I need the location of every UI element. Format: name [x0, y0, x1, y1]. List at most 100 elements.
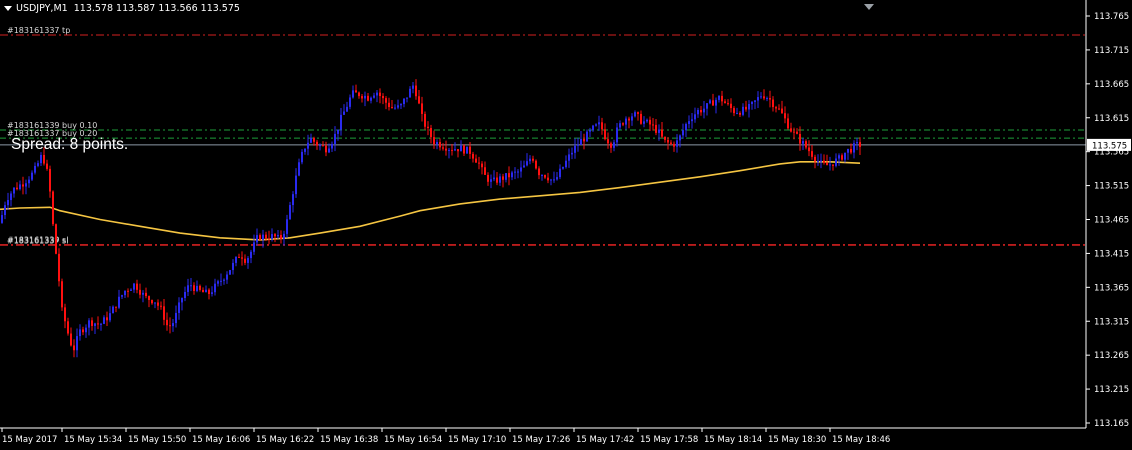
candle-body	[235, 256, 237, 263]
candle-body	[166, 319, 168, 326]
candle-body	[169, 325, 171, 327]
spread-label: Spread: 8 points.	[11, 136, 129, 153]
candle-body	[109, 313, 111, 321]
candle-body	[652, 124, 654, 126]
candle-body	[361, 96, 363, 99]
candle-body	[316, 141, 318, 146]
candle-body	[214, 283, 216, 293]
candle-body	[553, 179, 555, 181]
candle-body	[502, 176, 504, 180]
candle-body	[289, 205, 291, 220]
candle-body	[379, 92, 381, 97]
candle-body	[139, 289, 141, 295]
candle-body	[718, 95, 720, 100]
candle-body	[181, 297, 183, 303]
candle-body	[697, 109, 699, 115]
y-tick-label-5: 113.515	[1094, 182, 1129, 192]
candle-body	[286, 219, 288, 234]
candle-body	[841, 155, 843, 160]
candle-body	[628, 118, 630, 121]
candle-body	[472, 153, 474, 159]
candle-body	[661, 129, 663, 137]
candle-body	[679, 135, 681, 141]
y-tick-label-10: 113.265	[1094, 351, 1129, 361]
candle-body	[430, 128, 432, 138]
candle-body	[409, 88, 411, 98]
candle-body	[271, 234, 273, 240]
candle-body	[760, 96, 762, 98]
candle-body	[415, 85, 417, 97]
candle-body	[175, 312, 177, 324]
candle-body	[325, 145, 327, 153]
candle-body	[130, 289, 132, 291]
candle-body	[589, 130, 591, 132]
candle-body	[247, 258, 249, 263]
candle-body	[616, 127, 618, 143]
chart-shift-marker-icon[interactable]	[864, 4, 874, 10]
candle-body	[778, 108, 780, 110]
current-price-label: 113.575	[1092, 141, 1127, 151]
candle-body	[853, 143, 855, 153]
candle-body	[532, 158, 534, 161]
candle-body	[88, 320, 90, 328]
candle-body	[226, 274, 228, 280]
candle-body	[721, 95, 723, 102]
candle-body	[313, 138, 315, 142]
candle-body	[724, 101, 726, 104]
chevron-down-icon[interactable]	[4, 6, 12, 11]
candle-body	[508, 173, 510, 178]
candle-body	[847, 148, 849, 153]
candle-body	[469, 146, 471, 154]
candle-body	[202, 289, 204, 293]
candle-body	[400, 104, 402, 106]
candle-body	[250, 251, 252, 259]
candle-body	[640, 113, 642, 124]
candle-body	[364, 95, 366, 99]
x-tick-label-9: 15 May 17:42	[576, 435, 634, 445]
candle-body	[547, 177, 549, 181]
candle-body	[208, 289, 210, 295]
candle-body	[487, 174, 489, 182]
candle-body	[637, 112, 639, 114]
candle-body	[664, 136, 666, 140]
price-chart[interactable]: #183161337 tp#183161339 buy 0.10#1831613…	[0, 0, 1132, 450]
candle-body	[28, 179, 30, 184]
candle-body	[568, 154, 570, 161]
candle-body	[124, 290, 126, 296]
candle-body	[79, 329, 81, 337]
candle-body	[730, 103, 732, 109]
candle-body	[685, 123, 687, 131]
candle-body	[703, 108, 705, 113]
candle-body	[265, 234, 267, 239]
candle-body	[838, 155, 840, 159]
candle-body	[55, 224, 57, 254]
x-tick-label-11: 15 May 18:14	[704, 435, 762, 445]
candle-body	[769, 98, 771, 100]
candle-body	[571, 152, 573, 155]
candle-body	[1, 215, 3, 223]
x-tick-label-0: 15 May 2017	[2, 435, 57, 445]
candle-body	[715, 99, 717, 106]
candle-body	[436, 142, 438, 145]
y-tick-label-9: 113.315	[1094, 317, 1129, 327]
candle-body	[298, 162, 300, 176]
candle-body	[382, 96, 384, 99]
candle-body	[283, 233, 285, 239]
candle-body	[34, 165, 36, 173]
candle-body	[499, 176, 501, 183]
y-tick-label-3: 113.615	[1094, 114, 1129, 124]
candle-body	[448, 149, 450, 151]
symbol-label: USDJPY,M1	[16, 3, 68, 14]
candle-body	[811, 151, 813, 157]
candle-body	[700, 109, 702, 113]
candle-body	[163, 306, 165, 320]
candle-body	[505, 173, 507, 180]
candle-body	[844, 152, 846, 160]
candle-body	[556, 177, 558, 180]
candle-body	[16, 187, 18, 190]
candle-body	[61, 281, 63, 308]
candle-body	[388, 102, 390, 108]
candle-body	[529, 158, 531, 162]
candle-body	[322, 145, 324, 147]
candle-body	[196, 285, 198, 291]
